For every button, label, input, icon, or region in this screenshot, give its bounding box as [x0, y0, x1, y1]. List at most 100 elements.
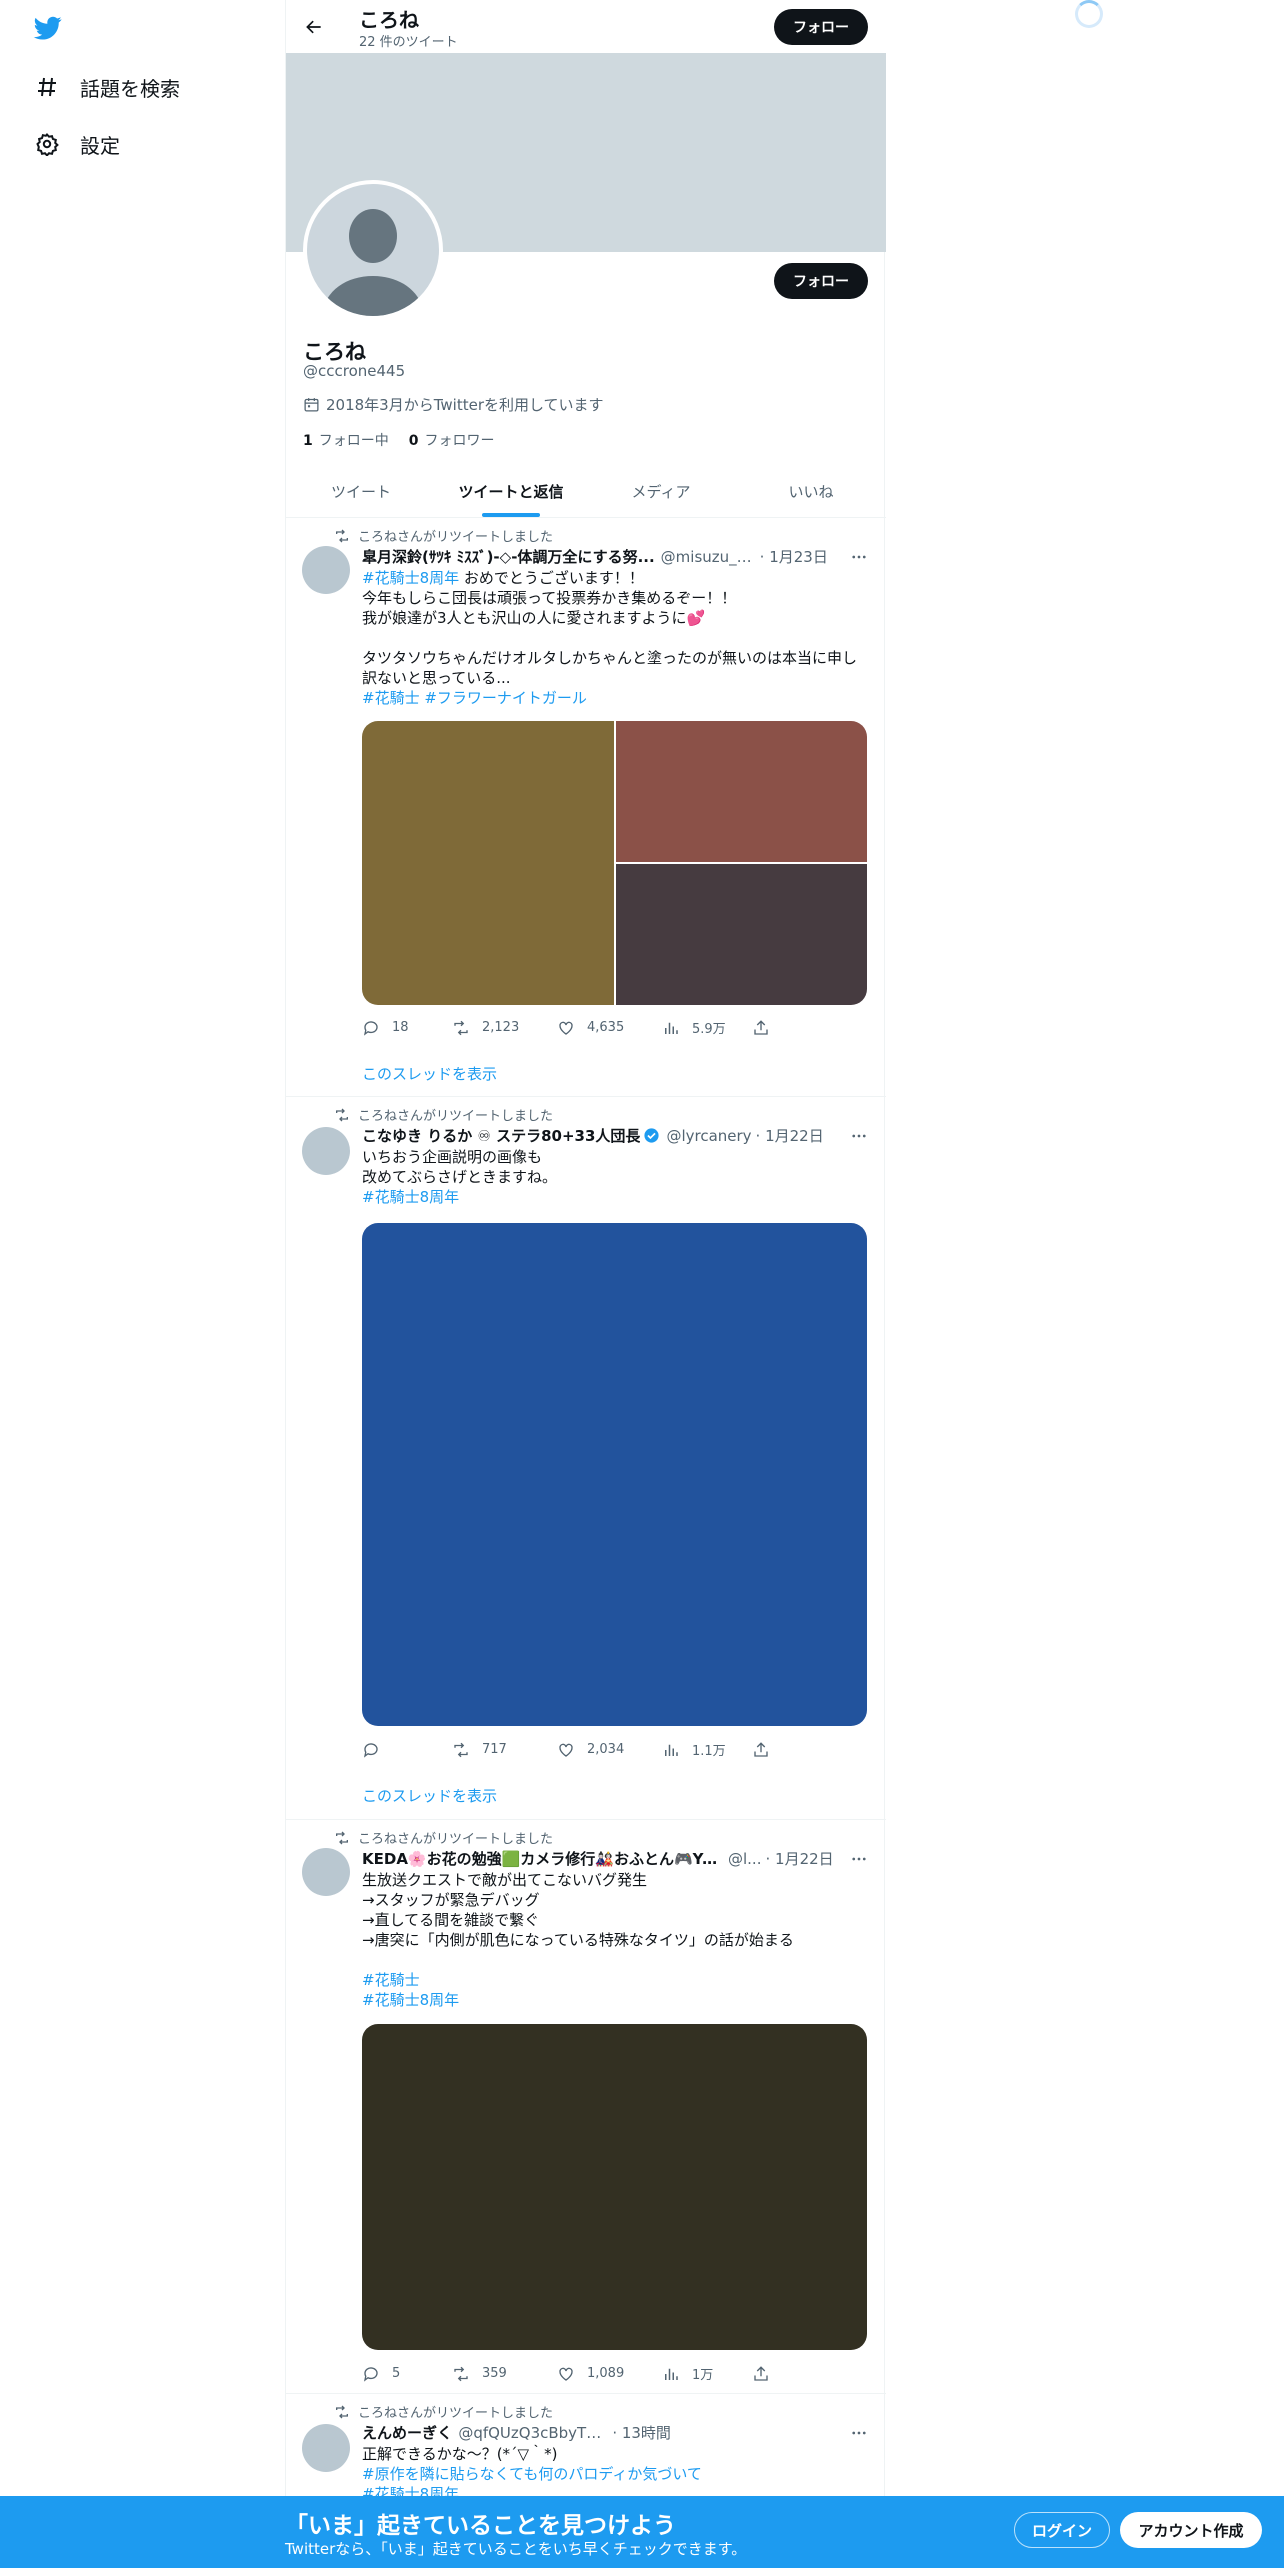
- like-button[interactable]: 4,635: [557, 1019, 662, 1037]
- profile-avatar[interactable]: [303, 180, 443, 320]
- signup-banner-subtitle: Twitterなら、「いま」起きていることをいち早くチェックできます。: [285, 2540, 747, 2558]
- retweet-indicator: ころねさんがリツイートしました: [334, 1828, 553, 1847]
- author-name[interactable]: えんめーぎく: [362, 2422, 452, 2443]
- tweet[interactable]: ころねさんがリツイートしました KEDA🌸お花の勉強🟩カメラ修行🎎おふとん🎮Yo…: [286, 1821, 886, 2394]
- tweet-text-line: #花騎士8周年: [362, 1187, 872, 1207]
- author-name[interactable]: 皐月深鈴(ｻﾂｷ ﾐｽｽﾞ)-◇-体調万全にする努...: [362, 546, 655, 567]
- retweet-indicator: ころねさんがリツイートしました: [334, 1105, 553, 1124]
- signup-banner-title: 「いま」起きていることを見つけよう: [285, 2513, 676, 2539]
- tweet-text-line: 生放送クエストで敵が出てこないバグ発生: [362, 1870, 872, 1890]
- reply-button[interactable]: [362, 1741, 452, 1759]
- tab-tweets-and-replies[interactable]: ツイートと返信: [436, 466, 586, 517]
- retweet-button[interactable]: 717: [452, 1741, 557, 1759]
- tweet-date[interactable]: · 1月22日: [765, 1848, 833, 1869]
- author-handle[interactable]: @qfQUzQ3cBbyTUi3: [458, 2424, 608, 2442]
- tweet-text-line: いちおう企画説明の画像も: [362, 1147, 872, 1167]
- retweeted-by: ころねさんがリツイートしました: [358, 1109, 554, 1124]
- login-button[interactable]: ログイン: [1014, 2512, 1110, 2548]
- share-button[interactable]: [752, 1741, 782, 1759]
- avatar[interactable]: [302, 546, 350, 594]
- media-image-1[interactable]: [362, 1223, 867, 1726]
- reply-count: 18: [392, 1020, 409, 1035]
- media-image-1[interactable]: [362, 2024, 867, 2350]
- show-thread-link[interactable]: このスレッドを表示: [362, 1063, 497, 1084]
- following-link[interactable]: 1 フォロー中: [303, 430, 389, 450]
- views-button[interactable]: 1万: [662, 2364, 752, 2383]
- tweet[interactable]: ころねさんがリツイートしました こなゆき りるか ♾ ステラ80+33人団長 @…: [286, 1098, 886, 1820]
- tweet-actions: 717 2,034 1.1万: [362, 1740, 782, 1759]
- retweet-button[interactable]: 2,123: [452, 1019, 557, 1037]
- tweet-date[interactable]: · 13時間: [612, 2422, 671, 2443]
- like-button[interactable]: 2,034: [557, 1741, 662, 1759]
- hashtag-link[interactable]: #花騎士8周年: [362, 1991, 459, 2009]
- profile-tabs: ツイート ツイートと返信 メディア いいね: [286, 466, 886, 518]
- tweet-text: 正解できるかな～？(*´▽｀*) #原作を隣に貼らなくても何のパロディか気づいて #…: [362, 2444, 872, 2504]
- retweet-indicator: ころねさんがリツイートしました: [334, 526, 553, 545]
- author-name[interactable]: こなゆき りるか ♾ ステラ80+33人団長: [362, 1125, 640, 1146]
- followers-link[interactable]: 0 フォロワー: [409, 430, 495, 450]
- twitter-logo-icon[interactable]: [32, 14, 64, 42]
- tweet-text-fragment: 改めてぶらさげときますね。: [362, 1168, 558, 1186]
- tab-tweets[interactable]: ツイート: [286, 466, 436, 517]
- header-follow-button[interactable]: フォロー: [774, 9, 868, 45]
- retweet-count: 717: [482, 1742, 507, 1757]
- followers-count: 0: [408, 433, 419, 449]
- reply-button[interactable]: 5: [362, 2365, 452, 2383]
- tweet-date[interactable]: · 1月22日: [756, 1125, 824, 1146]
- author-name[interactable]: KEDA🌸お花の勉強🟩カメラ修行🎎おふとん🎮Yo...: [362, 1848, 722, 1869]
- tweet-text-line: 改めてぶらさげときますね。: [362, 1167, 872, 1187]
- avatar[interactable]: [302, 2424, 350, 2472]
- signup-button[interactable]: アカウント作成: [1120, 2512, 1262, 2548]
- tweet-text: いちおう企画説明の画像も 改めてぶらさげときますね。 #花騎士8周年: [362, 1147, 872, 1207]
- tab-likes[interactable]: いいね: [736, 466, 886, 517]
- tweet-text-fragment: 生放送クエストで敵が出てこないバグ発生: [362, 1871, 648, 1889]
- retweet-button[interactable]: 359: [452, 2365, 557, 2383]
- back-arrow-icon[interactable]: [298, 12, 330, 42]
- retweet-icon: [454, 2366, 468, 2381]
- like-count: 2,034: [587, 1742, 625, 1757]
- loading-spinner-icon: [1075, 0, 1103, 28]
- tab-media[interactable]: メディア: [586, 466, 736, 517]
- followers-label: フォロワー: [424, 433, 495, 449]
- share-icon: [754, 1019, 768, 1035]
- author-handle[interactable]: @l...: [728, 1850, 761, 1868]
- hashtag-link[interactable]: #花騎士 #フラワーナイトガール: [362, 689, 587, 707]
- show-thread-link[interactable]: このスレッドを表示: [362, 1785, 497, 1806]
- hashtag-link[interactable]: #花騎士8周年: [362, 569, 459, 587]
- more-options-icon[interactable]: [848, 547, 870, 567]
- views-button[interactable]: 5.9万: [662, 1018, 752, 1037]
- profile-joined-text: 2018年3月からTwitterを利用しています: [326, 396, 604, 414]
- tweet[interactable]: ころねさんがリツイートしました 皐月深鈴(ｻﾂｷ ﾐｽｽﾞ)-◇-体調万全にする…: [286, 519, 886, 1097]
- avatar[interactable]: [302, 1127, 350, 1175]
- views-button[interactable]: 1.1万: [662, 1740, 752, 1759]
- tweet-text-line: 我が娘達が3人とも沢山の人に愛されますように💕: [362, 608, 872, 628]
- hashtag-link[interactable]: #花騎士: [362, 1971, 420, 1989]
- retweet-count: 2,123: [482, 1020, 520, 1035]
- hashtag-link[interactable]: #原作を隣に貼らなくても何のパロディか気づいて: [362, 2465, 702, 2483]
- more-options-icon[interactable]: [848, 2423, 870, 2443]
- reply-button[interactable]: 18: [362, 1019, 452, 1037]
- avatar[interactable]: [302, 1848, 350, 1896]
- tweet-date[interactable]: · 1月23日: [760, 546, 828, 567]
- author-handle[interactable]: @misuzu_sat...: [661, 548, 756, 566]
- heart-icon: [559, 1021, 573, 1035]
- media-image-2[interactable]: [616, 721, 867, 862]
- tweet-actions: 18 2,123 4,635 5.9万: [362, 1018, 782, 1037]
- retweet-small-icon: [336, 1108, 348, 1121]
- more-options-icon[interactable]: [848, 1126, 870, 1146]
- media-image-3[interactable]: [616, 864, 867, 1005]
- tweet-text-fragment: 正解できるかな～？(*´▽｀*): [362, 2445, 558, 2463]
- tweet-text-line: 訳ないと思っている...: [362, 668, 872, 688]
- media-image-1[interactable]: [362, 721, 614, 1005]
- more-options-icon[interactable]: [848, 1849, 870, 1869]
- signup-banner: 「いま」起きていることを見つけよう Twitterなら、「いま」起きていることを…: [0, 2496, 1284, 2568]
- profile-follow-button[interactable]: フォロー: [774, 263, 868, 299]
- hashtag-link[interactable]: #花騎士8周年: [362, 1188, 459, 1206]
- nav-settings[interactable]: 設定: [34, 124, 120, 164]
- like-button[interactable]: 1,089: [557, 2365, 662, 2383]
- tweet-text-fragment: おめでとうございます！！: [459, 569, 644, 587]
- share-button[interactable]: [752, 2365, 782, 2383]
- share-button[interactable]: [752, 1019, 782, 1037]
- nav-explore[interactable]: 話題を検索: [34, 67, 180, 107]
- author-handle[interactable]: @lyrcanery: [666, 1127, 751, 1145]
